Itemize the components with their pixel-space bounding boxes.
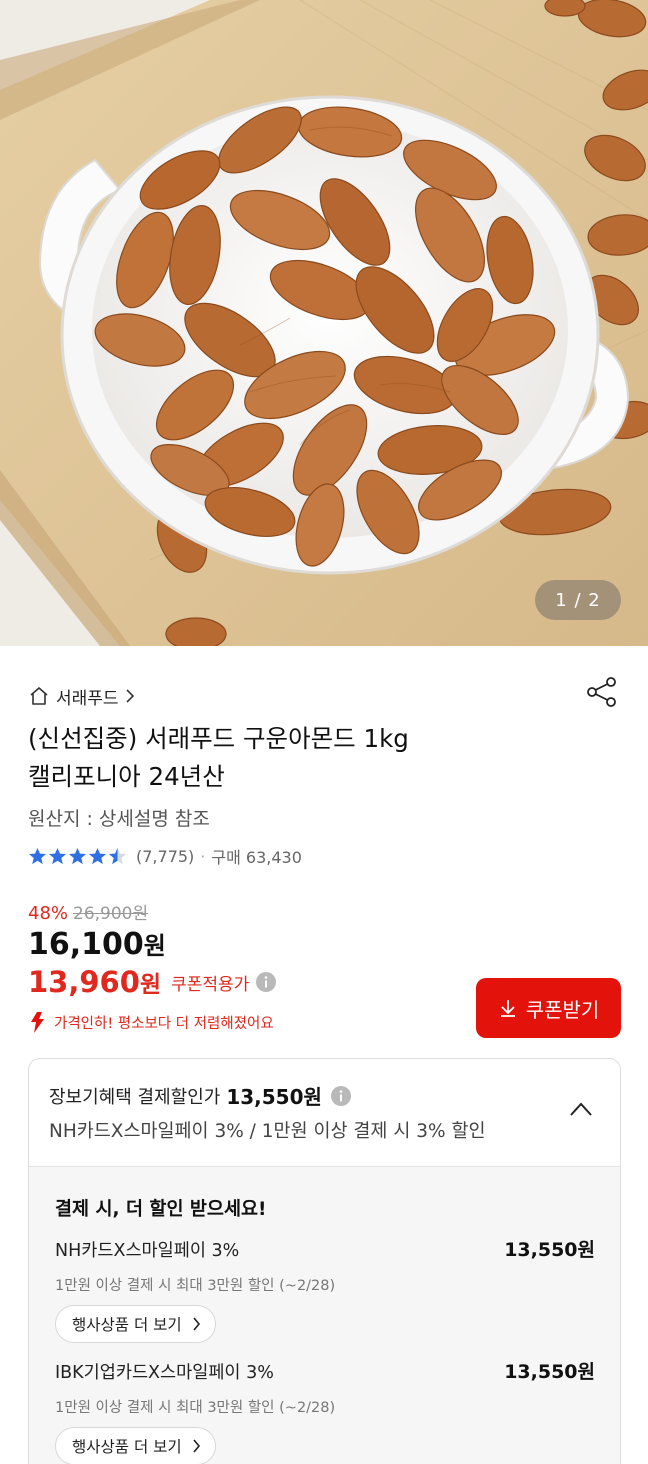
chevron-right-icon [125, 689, 134, 703]
coupon-price-number: 13,960 [28, 965, 140, 999]
view-event-products-button[interactable]: 행사상품 더 보기 [55, 1305, 216, 1343]
price-drop-text: 가격인하! 평소보다 더 저렴해졌어요 [54, 1015, 274, 1032]
discount-row: 48% 26,900원 [28, 899, 148, 924]
benefit-body-title: 결제 시, 더 할인 받으세요! [55, 1199, 267, 1220]
benefit-summary-desc: NH카드X스마일페이 3% / 1만원 이상 결제 시 3% 할인 [49, 1121, 486, 1142]
purchase-count: 구매 63,430 [211, 848, 302, 867]
view-event-products-label: 행사상품 더 보기 [72, 1438, 182, 1456]
view-event-products-button[interactable]: 행사상품 더 보기 [55, 1427, 216, 1464]
product-title-line1: (신선집중) 서래푸드 구운아몬드 1kg [28, 724, 409, 753]
get-coupon-button[interactable]: 쿠폰받기 [476, 978, 621, 1038]
product-title-line2: 캘리포니아 24년산 [28, 762, 225, 791]
star-icon [88, 847, 107, 864]
review-count: (7,775) [136, 846, 195, 866]
price-drop-notice: 가격인하! 평소보다 더 저렴해졌어요 [28, 1010, 274, 1034]
payment-benefit-panel: 장보기혜택 결제할인가 13,550원 NH카드X스마일페이 3% / 1만원 … [28, 1058, 621, 1464]
separator-dot: · [200, 846, 206, 866]
coupon-price-row: 13,960원 쿠폰적용가 [28, 965, 277, 999]
get-coupon-label: 쿠폰받기 [525, 997, 600, 1022]
view-event-products-label: 행사상품 더 보기 [72, 1316, 182, 1334]
product-photo [0, 0, 648, 646]
product-image-gallery[interactable]: 1 / 2 [0, 0, 648, 646]
card-benefit-item: IBK기업카드X스마일페이 3% 13,550원 1만원 이상 결제 시 최대 … [55, 1359, 595, 1464]
rating-stars [28, 847, 128, 866]
benefit-summary-label: 장보기혜택 결제할인가 [49, 1086, 221, 1108]
coupon-price-label: 쿠폰적용가 [171, 974, 250, 995]
chevron-right-icon [193, 1317, 200, 1331]
card-benefit-amount: 13,550원 [504, 1361, 595, 1383]
star-icon [68, 847, 87, 864]
download-icon [500, 1000, 515, 1017]
card-benefit-amount: 13,550원 [504, 1239, 595, 1261]
sale-price: 16,100원 [28, 926, 166, 962]
sale-price-number: 16,100 [28, 927, 144, 962]
discount-rate: 48% [28, 903, 69, 924]
share-icon[interactable] [584, 674, 620, 710]
info-icon[interactable] [255, 971, 277, 993]
star-half-icon [108, 847, 127, 864]
price-down-arrow-icon [31, 1012, 44, 1033]
benefit-summary: 장보기혜택 결제할인가 13,550원 [49, 1081, 352, 1110]
card-benefit-desc: 1만원 이상 결제 시 최대 3만원 할인 (~2/28) [55, 1278, 336, 1294]
star-icon [48, 847, 67, 864]
sale-price-unit: 원 [143, 932, 166, 960]
coupon-price: 13,960원 [28, 965, 161, 999]
seller-link[interactable]: 서래푸드 [28, 682, 135, 710]
card-benefit-desc: 1만원 이상 결제 시 최대 3만원 할인 (~2/28) [55, 1400, 336, 1416]
chevron-right-icon [193, 1439, 200, 1453]
card-benefit-item: NH카드X스마일페이 3% 13,550원 1만원 이상 결제 시 최대 3만원… [55, 1237, 595, 1343]
rating-row[interactable]: (7,775) · 구매 63,430 [28, 843, 302, 869]
star-icon [28, 847, 47, 864]
product-title: (신선집중) 서래푸드 구운아몬드 1kg 캘리포니아 24년산 [28, 720, 588, 796]
original-price: 26,900원 [73, 904, 149, 924]
payment-benefit-header[interactable]: 장보기혜택 결제할인가 13,550원 NH카드X스마일페이 3% / 1만원 … [29, 1059, 620, 1167]
seller-name: 서래푸드 [56, 688, 119, 709]
benefit-summary-price: 13,550원 [226, 1085, 322, 1109]
gallery-page-indicator: 1 / 2 [535, 580, 621, 620]
home-icon [30, 687, 48, 705]
info-icon[interactable] [330, 1085, 352, 1107]
origin-info: 원산지 : 상세설명 참조 [28, 808, 210, 830]
chevron-up-icon[interactable] [569, 1101, 593, 1117]
coupon-price-unit: 원 [139, 972, 162, 998]
